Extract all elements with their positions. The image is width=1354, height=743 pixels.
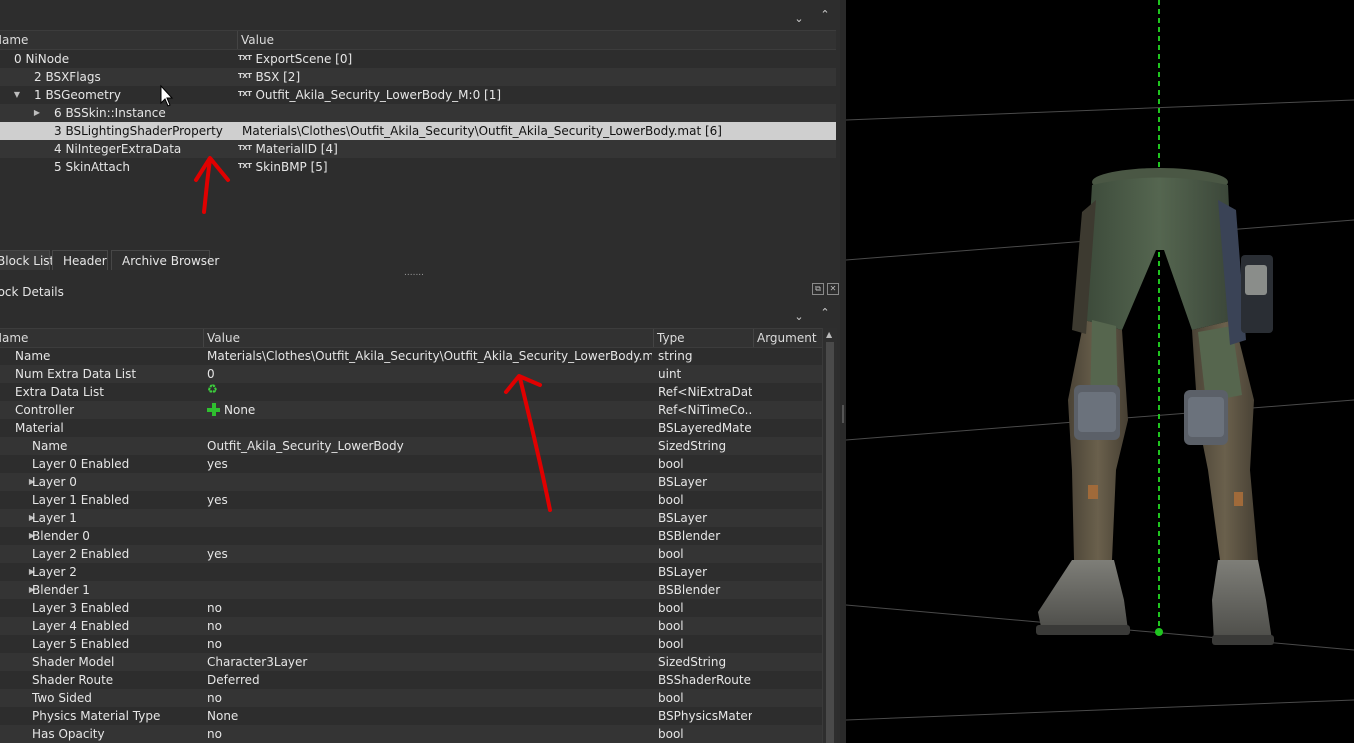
origin-marker	[1155, 628, 1163, 636]
viewport-scene	[846, 0, 1354, 721]
annotation-arrow-1	[194, 156, 230, 214]
mouse-cursor-icon	[160, 84, 174, 107]
pants-model	[1036, 168, 1274, 645]
annotation-overlay	[160, 84, 552, 512]
3d-viewport[interactable]	[846, 0, 1354, 743]
left-panel: ⌄ ⌃ Name Value ▼0 NiNodeTXTExportScene […	[0, 0, 846, 743]
annotation-arrow-2	[504, 374, 552, 512]
